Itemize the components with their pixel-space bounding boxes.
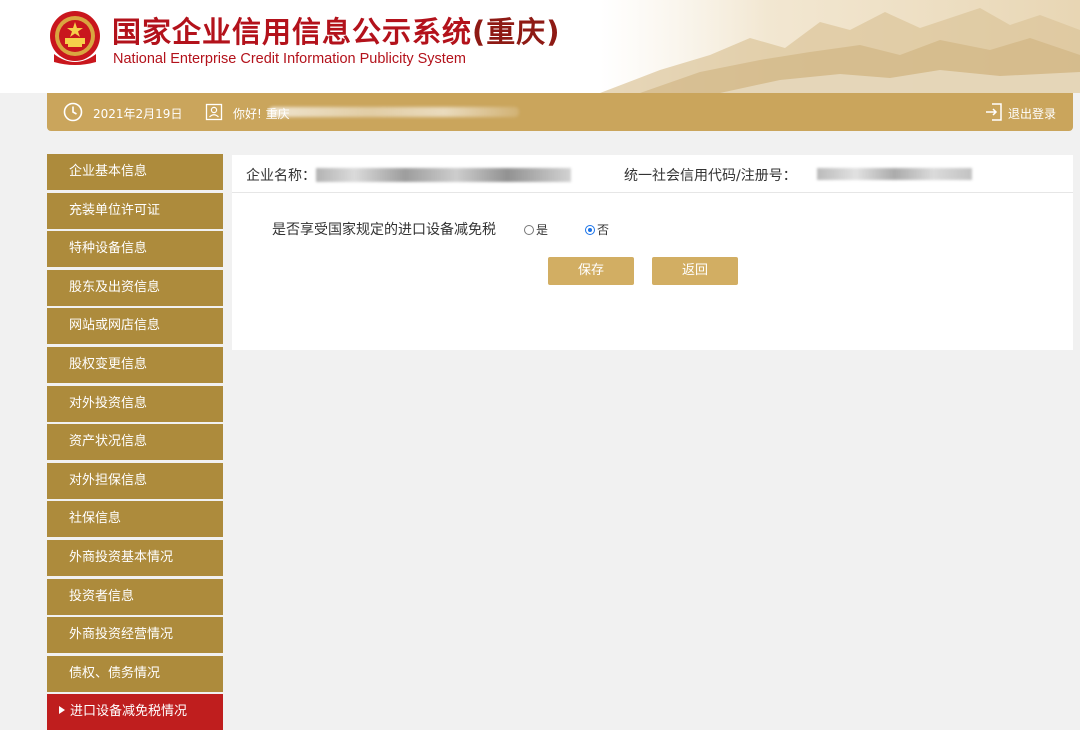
- sidebar-item-investors[interactable]: 投资者信息: [47, 578, 223, 615]
- tax-exemption-question: 是否享受国家规定的进口设备减免税: [272, 222, 496, 238]
- info-bar: 2021年2月19日 你好! 重庆 退出登录: [47, 93, 1073, 131]
- company-name-label: 企业名称：: [246, 168, 316, 184]
- site-title-text: 国家企业信用信息公示系统: [112, 15, 473, 49]
- sidebar-item-filling-license[interactable]: 充装单位许可证: [47, 192, 223, 229]
- back-button[interactable]: 返回: [652, 257, 738, 285]
- redacted-credit-code: [817, 168, 972, 180]
- radio-no-label: 否: [597, 223, 610, 237]
- sidebar-item-equity-change[interactable]: 股权变更信息: [47, 346, 223, 383]
- sidebar-item-social-security[interactable]: 社保信息: [47, 501, 223, 538]
- user-icon: [205, 103, 223, 121]
- redacted-user-name: [269, 107, 519, 117]
- sidebar-item-shareholders[interactable]: 股东及出资信息: [47, 269, 223, 306]
- radio-option-yes[interactable]: 是: [524, 221, 548, 238]
- site-subtitle: National Enterprise Credit Information P…: [113, 51, 466, 67]
- sidebar-item-label: 进口设备减免税情况: [70, 704, 188, 720]
- sidebar-item-import-tax-exemption[interactable]: 进口设备减免税情况: [47, 694, 223, 730]
- sidebar-item-foreign-investment-operation[interactable]: 外商投资经营情况: [47, 617, 223, 654]
- company-info-row: 企业名称： 统一社会信用代码/注册号：: [232, 155, 1073, 193]
- sidebar-item-debts[interactable]: 债权、债务情况: [47, 655, 223, 692]
- radio-yes-label: 是: [536, 223, 549, 237]
- sidebar-nav: 企业基本信息 充装单位许可证 特种设备信息 股东及出资信息 网站或网店信息 股权…: [47, 154, 223, 730]
- site-header: 国家企业信用信息公示系统(重庆) National Enterprise Cre…: [0, 0, 1080, 93]
- redacted-company-name: [316, 168, 571, 182]
- site-title: 国家企业信用信息公示系统(重庆): [112, 14, 561, 50]
- current-date: 2021年2月19日: [93, 107, 183, 121]
- content-panel: 企业名称： 统一社会信用代码/注册号： 是否享受国家规定的进口设备减免税 是 否…: [232, 155, 1073, 350]
- radio-option-no[interactable]: 否: [585, 221, 609, 238]
- credit-code-label: 统一社会信用代码/注册号：: [624, 168, 797, 184]
- clock-icon: [63, 102, 83, 122]
- sidebar-item-basic-info[interactable]: 企业基本信息: [47, 154, 223, 190]
- sidebar-item-website[interactable]: 网站或网店信息: [47, 308, 223, 345]
- save-button[interactable]: 保存: [548, 257, 634, 285]
- sidebar-item-outbound-investment[interactable]: 对外投资信息: [47, 385, 223, 422]
- caret-right-icon: [59, 706, 65, 715]
- sidebar-item-special-equipment[interactable]: 特种设备信息: [47, 231, 223, 268]
- sidebar-item-assets[interactable]: 资产状况信息: [47, 424, 223, 461]
- radio-checked-icon[interactable]: [585, 225, 595, 235]
- sidebar-item-foreign-investment-basic[interactable]: 外商投资基本情况: [47, 539, 223, 576]
- radio-unchecked-icon[interactable]: [524, 225, 534, 235]
- logout-link[interactable]: 退出登录: [1008, 105, 1056, 122]
- sidebar-item-guarantees[interactable]: 对外担保信息: [47, 462, 223, 499]
- site-title-region: (重庆): [472, 15, 561, 49]
- mountain-banner-image: [600, 0, 1080, 93]
- logout-icon[interactable]: [984, 102, 1004, 122]
- national-emblem-icon: [50, 11, 100, 65]
